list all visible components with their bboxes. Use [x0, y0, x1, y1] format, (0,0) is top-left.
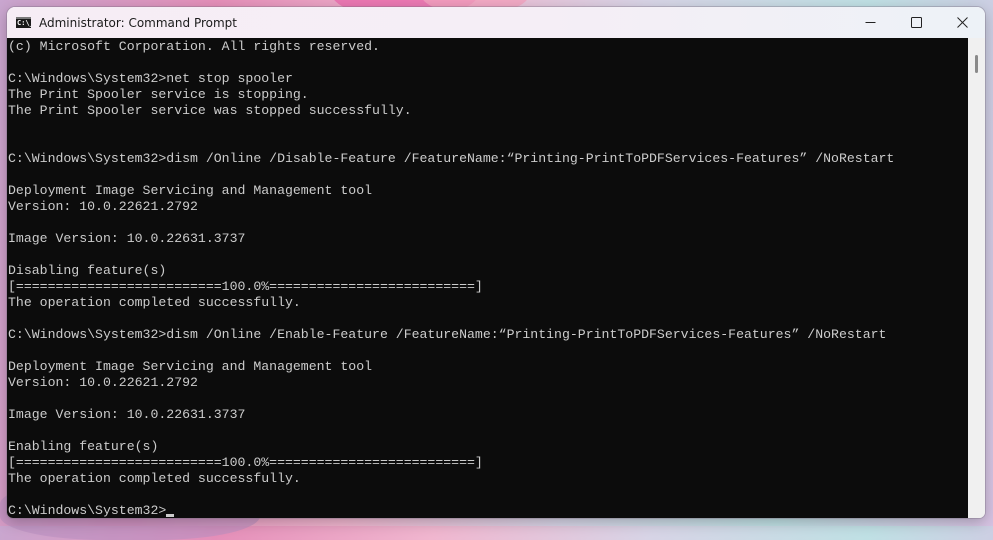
console-line-text: The Print Spooler service is stopping. [8, 87, 309, 102]
vertical-scrollbar[interactable] [968, 38, 985, 518]
console-line-text: C:\Windows\System32> [8, 503, 167, 518]
console-line: Image Version: 10.0.22631.3737 [8, 231, 894, 247]
console-line: The Print Spooler service was stopped su… [8, 103, 894, 119]
console-line: Deployment Image Servicing and Managemen… [8, 183, 894, 199]
console-line-text: C:\Windows\System32>dism /Online /Enable… [8, 327, 887, 342]
console-line-text: Deployment Image Servicing and Managemen… [8, 359, 373, 374]
command-prompt-window: C:\_ Administrator: Command Prompt (c) M… [7, 7, 985, 518]
console-line: [==========================100.0%=======… [8, 455, 894, 471]
console-line-text: (c) Microsoft Corporation. All rights re… [8, 39, 380, 54]
minimize-button[interactable] [847, 7, 893, 38]
window-title: Administrator: Command Prompt [39, 15, 237, 30]
console-line: Disabling feature(s) [8, 263, 894, 279]
cmd-icon[interactable]: C:\_ [16, 17, 31, 28]
console-line: [==========================100.0%=======… [8, 279, 894, 295]
console-line: The operation completed successfully. [8, 471, 894, 487]
console-line-text: Image Version: 10.0.22631.3737 [8, 231, 246, 246]
console-line: Enabling feature(s) [8, 439, 894, 455]
window-controls [847, 7, 985, 38]
console-line-text: Version: 10.0.22621.2792 [8, 375, 198, 390]
close-icon [956, 17, 968, 28]
console-line-text: Image Version: 10.0.22631.3737 [8, 407, 246, 422]
console-line: The operation completed successfully. [8, 295, 894, 311]
console-line-text: The operation completed successfully. [8, 471, 301, 486]
prompt-line: C:\Windows\System32> [8, 503, 894, 518]
console-line-text: Disabling feature(s) [8, 263, 167, 278]
console-line: The Print Spooler service is stopping. [8, 87, 894, 103]
console-lines: (c) Microsoft Corporation. All rights re… [8, 39, 894, 518]
console-line-text: Version: 10.0.22621.2792 [8, 199, 198, 214]
text-cursor [166, 514, 175, 517]
console-line: C:\Windows\System32>net stop spooler [8, 71, 894, 87]
maximize-icon [910, 17, 922, 28]
console-line: Image Version: 10.0.22631.3737 [8, 407, 894, 423]
console-line-text: The Print Spooler service was stopped su… [8, 103, 412, 118]
console-line-text: [==========================100.0%=======… [8, 279, 483, 294]
console-line-text: Deployment Image Servicing and Managemen… [8, 183, 373, 198]
title-bar[interactable]: C:\_ Administrator: Command Prompt [7, 7, 985, 38]
maximize-button[interactable] [893, 7, 939, 38]
minimize-icon [865, 22, 875, 23]
console-line: C:\Windows\System32>dism /Online /Disabl… [8, 151, 894, 167]
console-line-text: C:\Windows\System32>dism /Online /Disabl… [8, 151, 895, 166]
console-line: Version: 10.0.22621.2792 [8, 375, 894, 391]
console-line: Deployment Image Servicing and Managemen… [8, 359, 894, 375]
console-line: Version: 10.0.22621.2792 [8, 199, 894, 215]
close-button[interactable] [939, 7, 985, 38]
console-line: C:\Windows\System32>dism /Online /Enable… [8, 327, 894, 343]
console-line-text: [==========================100.0%=======… [8, 455, 483, 470]
console-line-text: Enabling feature(s) [8, 439, 159, 454]
console-line-text: C:\Windows\System32>net stop spooler [8, 71, 293, 86]
console-line-text: The operation completed successfully. [8, 295, 301, 310]
console-line: (c) Microsoft Corporation. All rights re… [8, 39, 894, 55]
console-output[interactable]: (c) Microsoft Corporation. All rights re… [7, 38, 968, 518]
scrollbar-thumb[interactable] [975, 55, 978, 73]
